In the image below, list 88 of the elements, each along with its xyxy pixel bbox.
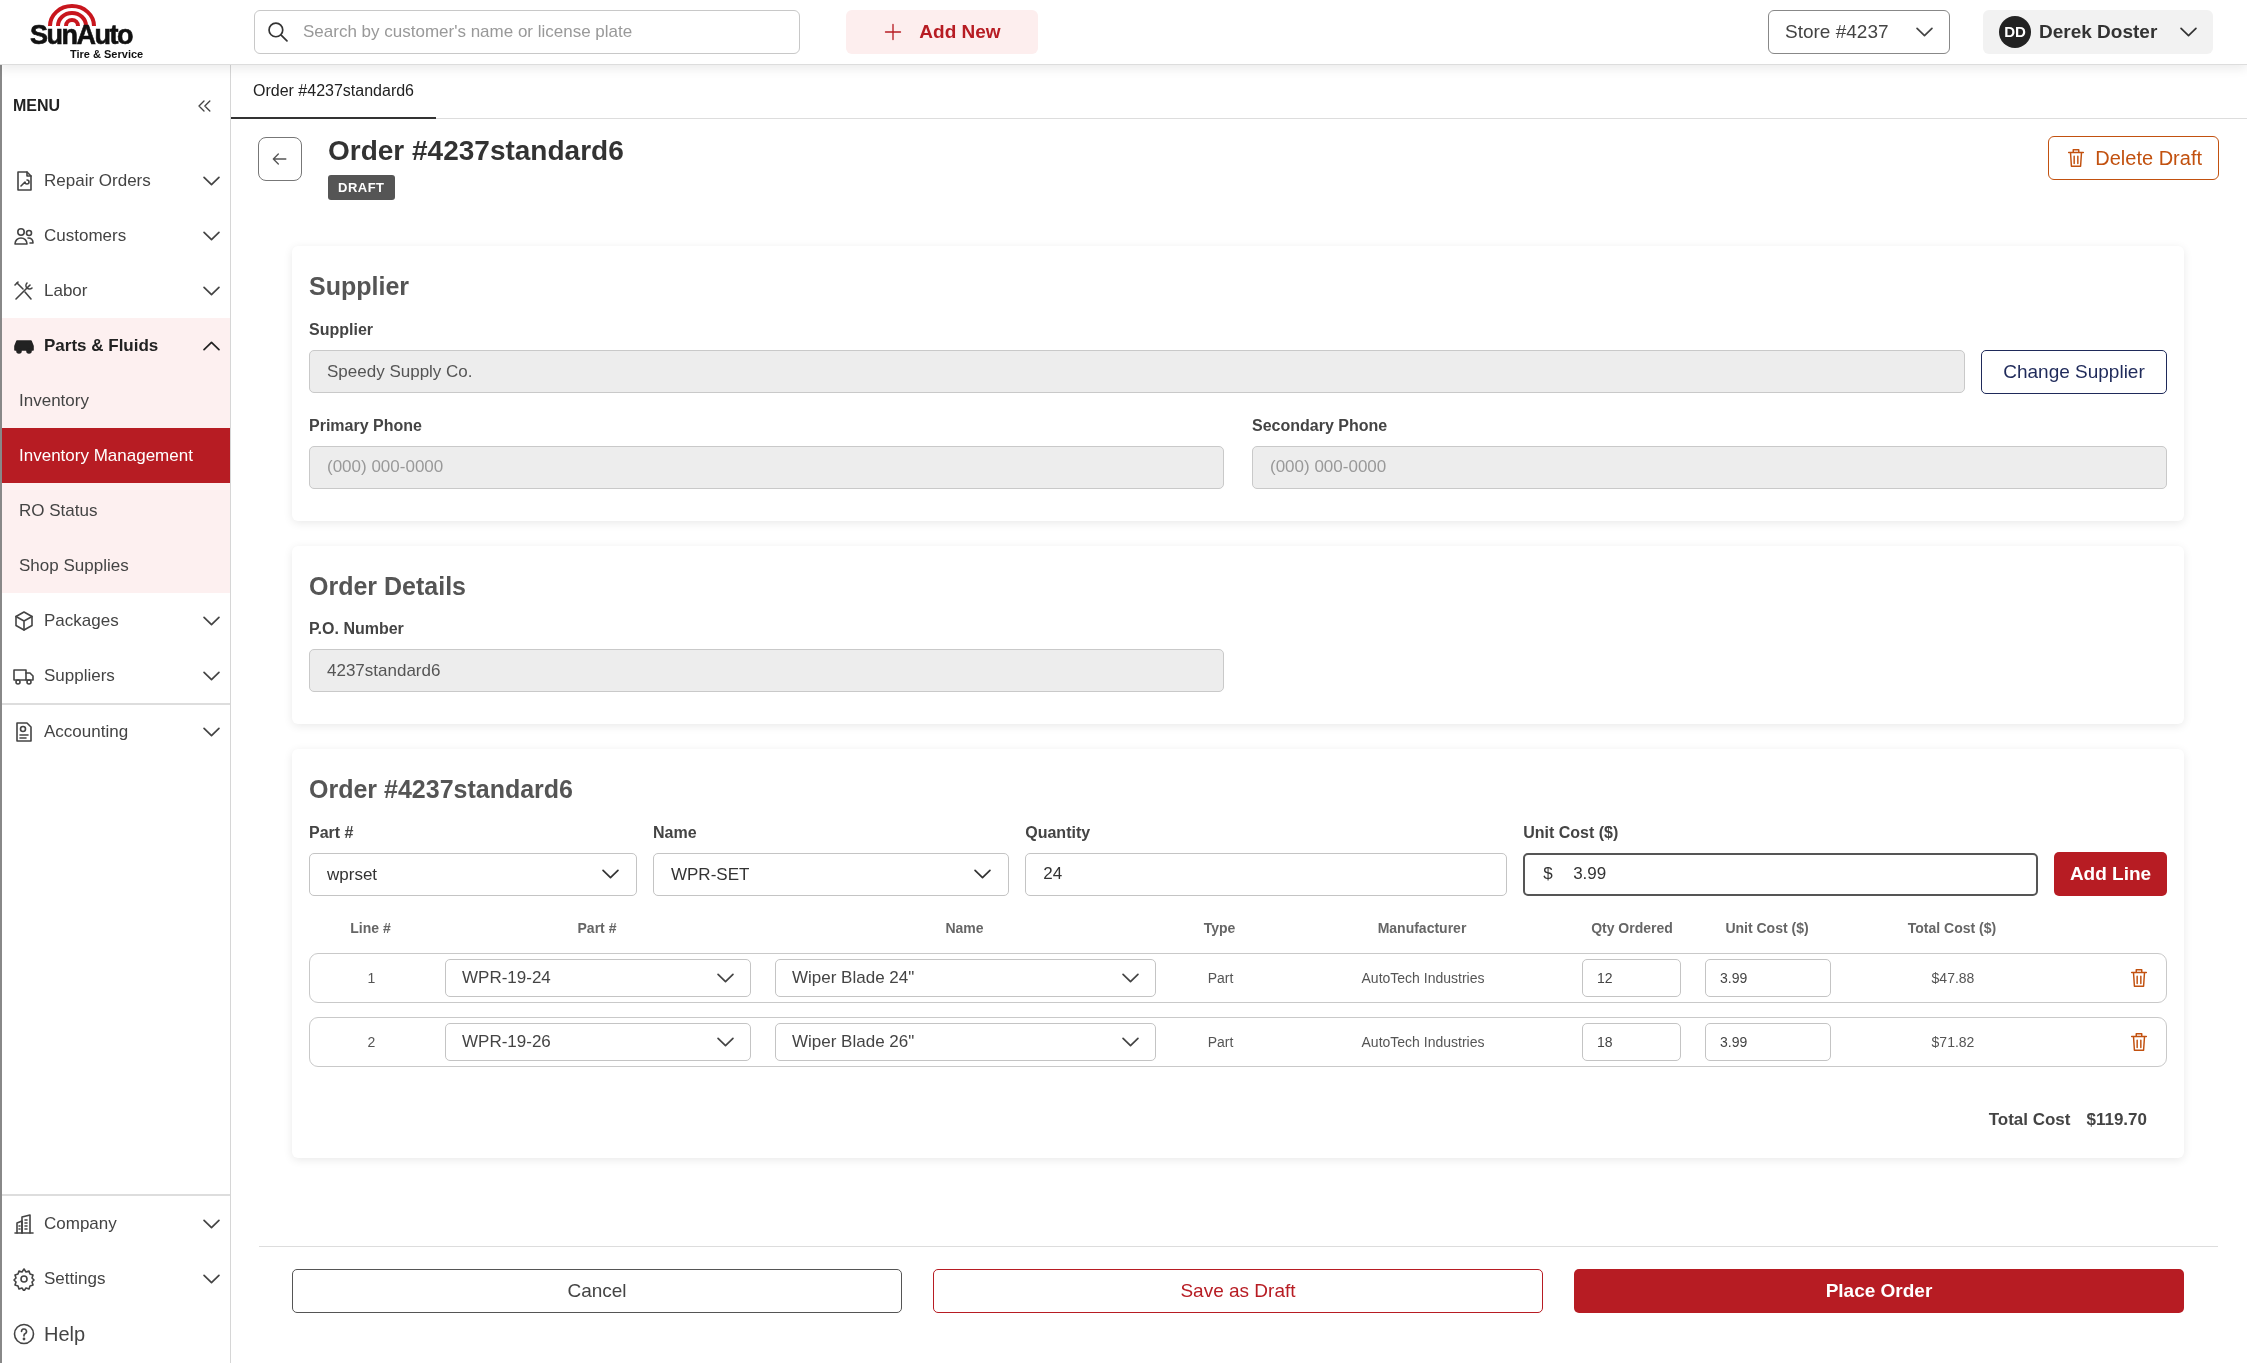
unit-cost-field[interactable]: 3.99 xyxy=(1705,958,1831,997)
column-header: Qty Ordered xyxy=(1590,918,1674,938)
card-title: Order Details xyxy=(309,570,467,602)
chevron-down-icon xyxy=(1122,972,1139,983)
sidebar-item[interactable]: Labor xyxy=(2,263,230,318)
page-title: Order #4237standard6 xyxy=(328,136,624,167)
chevron-down-icon xyxy=(1916,27,1933,37)
table-cell: $47.88 xyxy=(1931,970,1975,987)
part-dropdown[interactable]: WPR-19-26 xyxy=(445,1022,751,1061)
place-order-button[interactable]: Place Order xyxy=(1574,1269,2184,1313)
user-menu[interactable]: DD Derek Doster xyxy=(1983,10,2213,54)
logo-tagline: Tire & Service xyxy=(70,49,144,60)
dropdown-field[interactable]: WPR-SET xyxy=(652,852,1010,896)
sidebar-item[interactable]: Settings xyxy=(2,1251,230,1306)
name-dropdown[interactable]: Wiper Blade 26" xyxy=(775,1022,1156,1061)
total-value: $119.70 xyxy=(2086,1108,2147,1131)
column-header: Line # xyxy=(349,918,392,938)
total-label: Total Cost xyxy=(1988,1108,2071,1131)
chevron-down-icon xyxy=(2180,27,2197,37)
table-cell: AutoTech Industries xyxy=(1361,1034,1485,1051)
sidebar-subitem[interactable]: RO Status xyxy=(2,483,230,538)
column-header: Total Cost ($) xyxy=(1906,918,1998,938)
help-icon xyxy=(12,1321,36,1346)
save-draft-button[interactable]: Save as Draft xyxy=(933,1269,1543,1313)
store-dropdown[interactable]: Store #4237 xyxy=(1768,10,1950,54)
field-label: Supplier xyxy=(309,319,374,340)
card-title: Order #4237standard6 xyxy=(309,774,575,806)
avatar: DD xyxy=(1999,16,2031,48)
column-header: Unit Cost ($) xyxy=(1724,918,1810,938)
card-title: Supplier xyxy=(309,271,410,303)
search-icon xyxy=(268,22,288,42)
field-label: Quantity xyxy=(1025,822,1092,843)
chevron-down-icon xyxy=(974,869,992,880)
column-header: Manufacturer xyxy=(1376,918,1468,938)
change-supplier-button[interactable]: Change Supplier xyxy=(1981,349,2167,394)
currency-symbol: $ xyxy=(1543,863,1553,885)
field-label: Primary Phone xyxy=(309,415,423,436)
gear-icon xyxy=(12,1266,36,1291)
sidebar-subitem[interactable]: Inventory Management xyxy=(2,428,230,483)
add-line-button[interactable]: Add Line xyxy=(2054,851,2168,896)
cancel-button[interactable]: Cancel xyxy=(292,1269,902,1313)
chevron-down-icon xyxy=(717,972,734,983)
delete-draft-button[interactable]: Delete Draft xyxy=(2048,136,2219,180)
tab[interactable]: Order #4237standard6 xyxy=(231,65,436,119)
back-button[interactable] xyxy=(258,137,302,181)
sidebar-item[interactable]: Company xyxy=(2,1196,230,1251)
table-cell: Part xyxy=(1207,970,1234,987)
field-label: P.O. Number xyxy=(309,619,405,640)
field-label: Secondary Phone xyxy=(1252,415,1389,436)
status-badge: DRAFT xyxy=(328,174,395,201)
plus-icon xyxy=(883,22,904,42)
field-label: Unit Cost ($) xyxy=(1523,822,1620,843)
logo-text: SunAuto xyxy=(30,22,132,49)
part-dropdown[interactable]: WPR-19-24 xyxy=(445,958,751,997)
table-cell: $71.82 xyxy=(1931,1034,1975,1051)
input-field[interactable]: 24 xyxy=(1025,852,1508,896)
sidebar-subitem[interactable]: Inventory xyxy=(2,373,230,428)
qty-field[interactable]: 12 xyxy=(1582,958,1681,997)
search-field[interactable]: Search by customer's name or license plate xyxy=(254,10,800,54)
chevron-down-icon xyxy=(601,869,619,880)
field-label: Name xyxy=(652,822,698,843)
sidebar-item[interactable]: Customers xyxy=(2,208,230,263)
column-header: Type xyxy=(1202,918,1237,938)
column-header: Part # xyxy=(576,918,618,938)
table-cell: 2 xyxy=(367,1034,376,1051)
building-icon xyxy=(12,1211,36,1236)
box-icon xyxy=(12,608,36,633)
menu-title: MENU xyxy=(13,96,61,116)
table-cell: AutoTech Industries xyxy=(1361,970,1485,987)
dropdown-field[interactable]: wprset xyxy=(309,852,637,896)
qty-field[interactable]: 18 xyxy=(1582,1022,1681,1061)
name-dropdown[interactable]: Wiper Blade 24" xyxy=(775,958,1156,997)
sidebar-item[interactable]: Suppliers xyxy=(2,648,230,703)
sidebar-item[interactable]: Accounting xyxy=(2,703,230,758)
sidebar-item[interactable]: Packages xyxy=(2,593,230,648)
unit-cost-field[interactable]: 3.99 xyxy=(1705,1022,1831,1061)
table-cell: Part xyxy=(1207,1034,1234,1051)
sidebar-item[interactable]: Parts & Fluids xyxy=(2,318,230,373)
add-new-button[interactable]: Add New xyxy=(846,10,1038,54)
column-header: Name xyxy=(944,918,985,938)
field-label: Part # xyxy=(309,822,355,843)
table-cell: 1 xyxy=(367,970,376,987)
tools-icon xyxy=(12,278,36,303)
sidebar-subitem[interactable]: Shop Supplies xyxy=(2,538,230,593)
sidebar-item[interactable]: Help xyxy=(2,1306,230,1361)
sidebar-item[interactable]: Repair Orders xyxy=(2,153,230,208)
chevron-down-icon xyxy=(717,1036,734,1047)
chevron-down-icon xyxy=(1122,1036,1139,1047)
